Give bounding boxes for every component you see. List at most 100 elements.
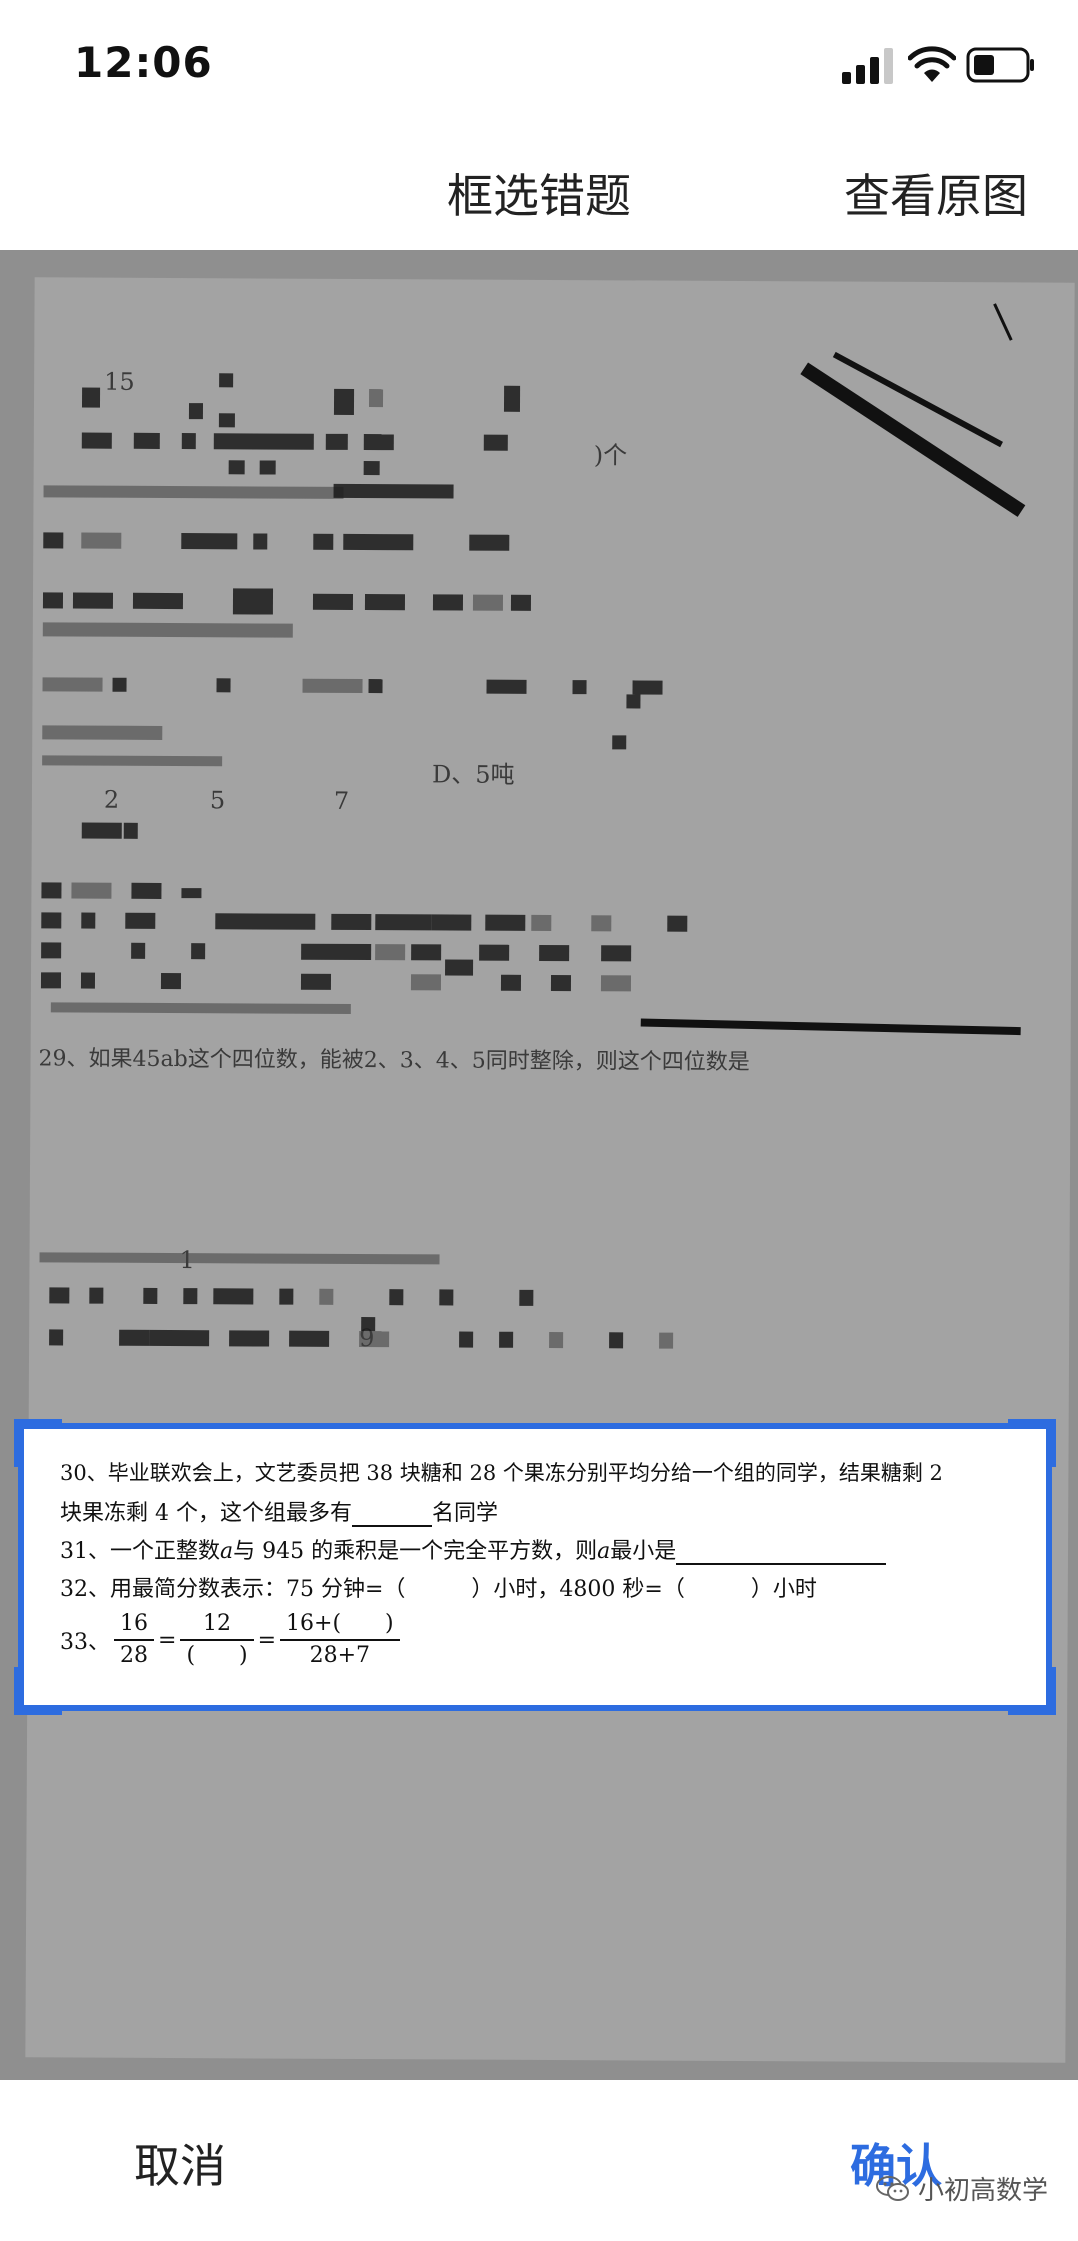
censor-block bbox=[667, 915, 688, 932]
censor-block bbox=[42, 725, 163, 740]
censor-block bbox=[131, 882, 162, 899]
fraction-16-28: 16 28 bbox=[114, 1609, 154, 1671]
paper-fragment: 29、如果45ab这个四位数，能被2、3、4、5同时整除，则这个四位数是 bbox=[38, 1046, 750, 1076]
censor-block bbox=[49, 1329, 64, 1346]
crop-handle-bottom-right[interactable] bbox=[1046, 1667, 1056, 1715]
question-31-text-a: 31、一个正整数 bbox=[60, 1539, 220, 1564]
censor-block bbox=[499, 1331, 514, 1348]
censor-block bbox=[215, 913, 316, 930]
variable-a: a bbox=[220, 1539, 234, 1564]
question-33: 33、 16 28 = 12 ( ) = 16+( ) 28+7 bbox=[60, 1609, 404, 1671]
censor-block bbox=[363, 434, 394, 451]
censor-block bbox=[485, 914, 526, 931]
censor-block bbox=[368, 679, 383, 694]
crop-selection-box[interactable]: 30、毕业联欢会上，文艺委员把 38 块糖和 28 个果冻分别平均分给一个组的同… bbox=[18, 1423, 1052, 1711]
censor-block bbox=[600, 975, 632, 992]
cancel-button[interactable]: 取消 bbox=[134, 2130, 226, 2196]
censor-block bbox=[531, 914, 552, 932]
censor-block bbox=[41, 942, 62, 959]
censor-block bbox=[343, 533, 414, 551]
equals-sign: = bbox=[158, 1627, 177, 1653]
censor-block bbox=[333, 483, 454, 499]
answer-blank bbox=[676, 1538, 887, 1565]
censor-block bbox=[133, 432, 160, 449]
question-30-line-1: 30、毕业联欢会上，文艺委员把 38 块糖和 28 个果冻分别平均分给一个组的同… bbox=[60, 1461, 943, 1485]
paper-fragment: D、5吨 bbox=[431, 760, 515, 789]
censor-block bbox=[549, 1331, 564, 1349]
censor-block bbox=[80, 972, 96, 989]
photo-viewport[interactable]: 15 )个 2 5 7 D、5吨 29、如果45ab这个四位数，能被2、3、4、… bbox=[0, 250, 1078, 2080]
censor-block bbox=[183, 1288, 198, 1305]
censor-block bbox=[410, 974, 442, 991]
header: 框选错题 查看原图 bbox=[0, 130, 1078, 250]
censor-block bbox=[232, 588, 274, 615]
fraction-12-blank: 12 ( ) bbox=[180, 1609, 254, 1671]
censor-block bbox=[319, 1288, 334, 1305]
fraction-denominator: ( ) bbox=[186, 1643, 248, 1668]
censor-block bbox=[363, 461, 380, 476]
censor-block bbox=[432, 594, 464, 611]
censor-block bbox=[72, 592, 114, 609]
censor-block bbox=[364, 594, 406, 611]
censor-block bbox=[228, 460, 245, 475]
answer-blank bbox=[351, 1500, 432, 1527]
censor-block bbox=[312, 593, 354, 610]
censor-block bbox=[218, 413, 235, 428]
censor-block bbox=[333, 388, 355, 415]
question-33-label: 33、 bbox=[60, 1630, 110, 1655]
fraction-numerator: 16+( ) bbox=[280, 1609, 400, 1641]
censor-block bbox=[519, 1289, 534, 1306]
wifi-icon bbox=[908, 46, 956, 82]
censor-block bbox=[389, 1289, 404, 1306]
wechat-icon bbox=[875, 2175, 909, 2201]
censor-block bbox=[331, 913, 372, 931]
censor-block bbox=[632, 680, 663, 695]
censor-block bbox=[191, 943, 206, 960]
censor-block bbox=[89, 1287, 104, 1304]
censor-block bbox=[81, 912, 96, 929]
censor-block bbox=[601, 945, 632, 962]
question-31-text-c: 最小是 bbox=[610, 1539, 677, 1564]
censor-block bbox=[411, 944, 442, 961]
censor-block bbox=[43, 485, 344, 499]
censor-block bbox=[181, 433, 196, 450]
censor-block bbox=[253, 533, 268, 550]
censor-block bbox=[300, 973, 332, 990]
censor-block bbox=[42, 755, 223, 767]
censor-block bbox=[279, 1288, 294, 1305]
censor-block bbox=[445, 959, 474, 976]
censor-block bbox=[81, 532, 122, 549]
exam-paper-photo: 15 )个 2 5 7 D、5吨 29、如果45ab这个四位数，能被2、3、4、… bbox=[25, 277, 1075, 2063]
censor-block bbox=[42, 622, 293, 638]
censor-block bbox=[43, 532, 64, 549]
crop-handle-top-left[interactable] bbox=[14, 1419, 24, 1467]
censor-block bbox=[359, 1331, 390, 1348]
censor-block bbox=[181, 533, 238, 550]
question-30-text-b: 名同学 bbox=[431, 1501, 498, 1526]
fraction-numerator: 12 bbox=[180, 1609, 254, 1641]
crop-handle-top-right[interactable] bbox=[1046, 1419, 1056, 1467]
censor-block bbox=[229, 1330, 270, 1347]
censor-block bbox=[301, 943, 372, 961]
censor-block bbox=[49, 1287, 70, 1304]
censor-block bbox=[609, 1332, 624, 1349]
censor-block bbox=[216, 678, 231, 693]
censor-block bbox=[550, 975, 572, 992]
censor-block bbox=[289, 1330, 330, 1347]
question-30-text-a: 块果冻剩 4 个，这个组最多有 bbox=[60, 1501, 352, 1526]
battery-icon bbox=[966, 47, 1034, 83]
censor-block bbox=[125, 912, 156, 929]
censor-block bbox=[503, 385, 521, 412]
censor-block bbox=[313, 533, 334, 550]
censor-block bbox=[41, 882, 62, 899]
crop-handle-bottom-left[interactable] bbox=[14, 1667, 24, 1715]
view-original-button[interactable]: 查看原图 bbox=[844, 160, 1028, 226]
censor-block bbox=[42, 592, 64, 609]
cellular-signal-icon bbox=[842, 48, 893, 84]
question-31-text-b: 与 945 的乘积是一个完全平方数，则 bbox=[233, 1539, 598, 1564]
censor-block bbox=[539, 944, 570, 962]
status-bar: 12:06 bbox=[0, 0, 1078, 130]
variable-a: a bbox=[597, 1539, 611, 1564]
censor-block bbox=[572, 680, 587, 695]
censor-block bbox=[302, 678, 363, 694]
